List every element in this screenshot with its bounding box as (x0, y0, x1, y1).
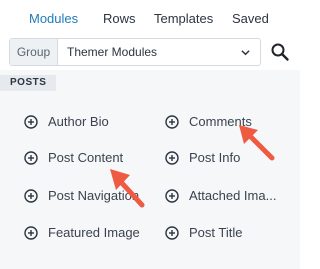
group-select[interactable]: Group Themer Modules (9, 38, 261, 66)
search-icon[interactable] (270, 42, 290, 62)
plus-circle-icon (165, 189, 179, 203)
chevron-down-icon (241, 50, 250, 56)
tab-templates[interactable]: Templates (154, 11, 213, 26)
module-label: Comments (189, 114, 252, 129)
plus-circle-icon (165, 151, 179, 165)
plus-circle-icon (165, 226, 179, 240)
plus-circle-icon (165, 115, 179, 129)
tab-saved[interactable]: Saved (232, 11, 269, 26)
tab-modules[interactable]: Modules (29, 11, 78, 26)
plus-circle-icon (24, 151, 38, 165)
modules-panel: Modules Rows Templates Saved Group Theme… (0, 0, 300, 269)
module-label: Post Title (189, 225, 243, 240)
module-label: Attached Ima... (189, 188, 277, 203)
filter-row: Group Themer Modules (0, 34, 300, 70)
module-label: Post Info (189, 150, 241, 165)
plus-circle-icon (24, 115, 38, 129)
tab-bar: Modules Rows Templates Saved (0, 0, 300, 34)
module-label: Post Content (48, 150, 124, 165)
module-label: Post Navigation (48, 188, 140, 203)
section-label-posts: POSTS (0, 75, 57, 91)
plus-circle-icon (24, 226, 38, 240)
module-label: Featured Image (48, 225, 140, 240)
plus-circle-icon (24, 189, 38, 203)
tab-rows[interactable]: Rows (103, 11, 136, 26)
group-select-label: Group (10, 39, 58, 65)
group-select-value: Themer Modules (67, 45, 158, 59)
module-label: Author Bio (48, 114, 109, 129)
